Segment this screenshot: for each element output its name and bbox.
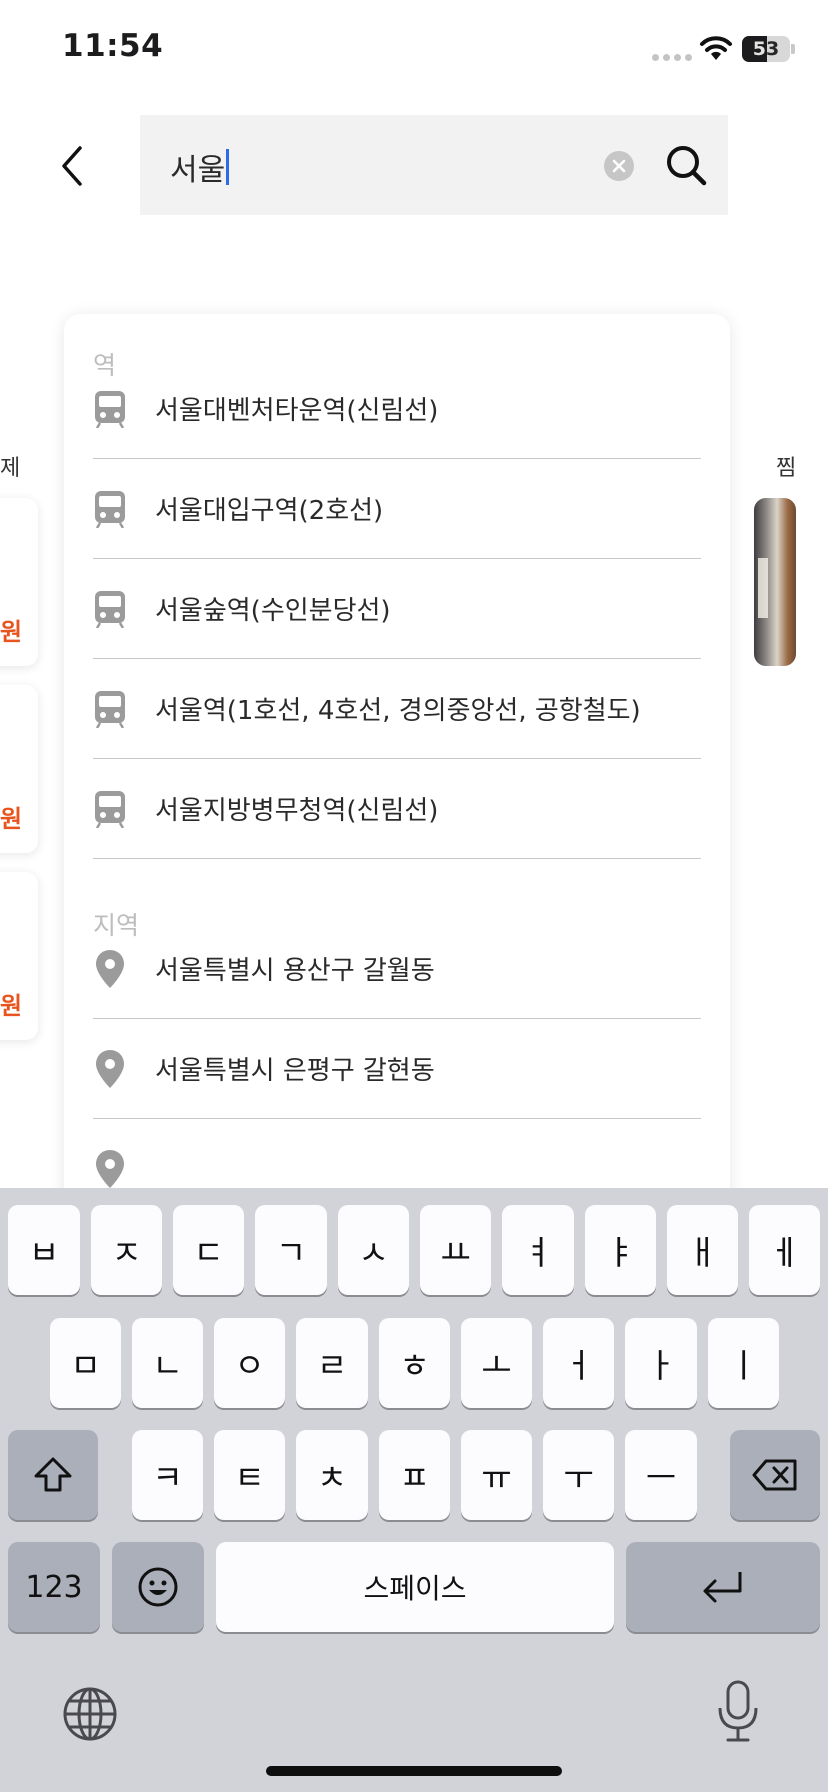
battery-percentage: 53 — [752, 38, 780, 60]
suggestion-station-item[interactable]: 서울대입구역(2호선) — [93, 459, 701, 559]
train-icon — [93, 789, 127, 829]
backspace-key[interactable] — [730, 1430, 820, 1520]
search-input[interactable]: 서울 — [140, 115, 728, 215]
battery-icon: 53 — [742, 36, 790, 62]
home-indicator[interactable] — [266, 1766, 562, 1776]
search-suggestions-panel: 역 서울대벤처타운역(신림선) 서울대입구역(2호선) 서울숲역(수인분당선) … — [64, 314, 730, 1314]
return-key[interactable] — [626, 1542, 820, 1632]
shift-key[interactable] — [8, 1430, 98, 1520]
suggestion-station-item[interactable]: 서울역(1호선, 4호선, 경의중앙선, 공항철도) — [93, 659, 701, 759]
suggestion-station-item[interactable]: 서울지방병무청역(신림선) — [93, 759, 701, 859]
wifi-icon — [700, 36, 732, 60]
background-price-unit: 원 — [0, 992, 23, 1020]
key-letter[interactable]: ㅅ — [338, 1205, 409, 1295]
key-letter[interactable]: ㅠ — [461, 1430, 532, 1520]
location-pin-icon — [93, 949, 127, 989]
key-letter[interactable]: ㅂ — [8, 1205, 80, 1295]
backspace-icon — [752, 1459, 797, 1491]
background-wishlist-label: 찜 — [776, 456, 797, 481]
status-bar: 11:54 53 — [0, 0, 828, 100]
key-letter[interactable]: ㅊ — [296, 1430, 368, 1520]
key-letter[interactable]: ㅔ — [749, 1205, 820, 1295]
space-key[interactable]: 스페이스 — [216, 1542, 614, 1632]
location-pin-icon — [93, 1149, 127, 1189]
cellular-signal-icon — [652, 54, 692, 61]
back-button[interactable] — [48, 136, 96, 196]
suggestion-label: 서울대벤처타운역(신림선) — [155, 396, 439, 426]
key-letter[interactable]: ㅕ — [502, 1205, 574, 1295]
train-icon — [93, 389, 127, 429]
globe-icon[interactable] — [62, 1686, 118, 1742]
key-letter[interactable]: ㅓ — [543, 1318, 614, 1408]
train-icon — [93, 489, 127, 529]
suggestion-station-item[interactable]: 서울대벤처타운역(신림선) — [93, 359, 701, 459]
background-listing-photo[interactable] — [754, 498, 796, 666]
suggestion-label: 서울특별시 용산구 갈월동 — [155, 956, 435, 986]
key-letter[interactable]: ㄱ — [255, 1205, 327, 1295]
chevron-left-icon — [62, 146, 82, 186]
key-letter[interactable]: ㅏ — [625, 1318, 697, 1408]
background-section-label: 제 — [0, 456, 21, 481]
emoji-icon — [138, 1567, 178, 1607]
suggestion-label: 서울특별시 은평구 갈현동 — [155, 1056, 435, 1086]
microphone-icon[interactable] — [716, 1680, 760, 1744]
key-letter[interactable]: ㅑ — [585, 1205, 656, 1295]
key-letter[interactable]: ㅈ — [91, 1205, 162, 1295]
clear-search-button[interactable] — [604, 151, 634, 181]
key-letter[interactable]: ㅡ — [625, 1430, 697, 1520]
emoji-key[interactable] — [112, 1542, 204, 1632]
numbers-key[interactable]: 123 — [8, 1542, 100, 1632]
return-icon — [703, 1572, 742, 1603]
location-pin-icon — [93, 1049, 127, 1089]
search-icon[interactable] — [664, 143, 708, 187]
key-letter[interactable]: ㄹ — [296, 1318, 368, 1408]
key-letter[interactable]: ㅇ — [214, 1318, 285, 1408]
key-letter[interactable]: ㅍ — [379, 1430, 450, 1520]
suggestion-label: 서울숲역(수인분당선) — [155, 596, 391, 626]
text-cursor — [226, 149, 230, 185]
suggestion-label: 서울대입구역(2호선) — [155, 496, 384, 526]
key-letter[interactable]: ㅐ — [667, 1205, 738, 1295]
search-query-text: 서울 — [170, 153, 226, 188]
suggestion-region-item[interactable]: 서울특별시 은평구 갈현동 — [93, 1019, 701, 1119]
status-time: 11:54 — [62, 28, 164, 64]
train-icon — [93, 589, 127, 629]
key-letter[interactable]: ㄷ — [173, 1205, 244, 1295]
shift-icon — [34, 1457, 72, 1492]
key-letter[interactable]: ㅌ — [214, 1430, 285, 1520]
key-letter[interactable]: ㄴ — [132, 1318, 203, 1408]
background-price-unit: 원 — [0, 805, 23, 833]
key-letter[interactable]: ㅛ — [420, 1205, 491, 1295]
key-letter[interactable]: ㅋ — [132, 1430, 203, 1520]
suggestion-label: 서울역(1호선, 4호선, 경의중앙선, 공항철도) — [155, 696, 641, 726]
suggestion-station-item[interactable]: 서울숲역(수인분당선) — [93, 559, 701, 659]
suggestion-region-item[interactable]: 서울특별시 용산구 갈월동 — [93, 919, 701, 1019]
key-letter[interactable]: ㅗ — [461, 1318, 532, 1408]
key-letter[interactable]: ㅜ — [543, 1430, 614, 1520]
train-icon — [93, 689, 127, 729]
background-price-unit: 원 — [0, 618, 23, 646]
key-letter[interactable]: ㅁ — [50, 1318, 121, 1408]
suggestion-label: 서울지방병무청역(신림선) — [155, 796, 439, 826]
key-letter[interactable]: ㅎ — [379, 1318, 450, 1408]
key-letter[interactable]: ㅣ — [708, 1318, 779, 1408]
close-icon — [612, 159, 626, 173]
